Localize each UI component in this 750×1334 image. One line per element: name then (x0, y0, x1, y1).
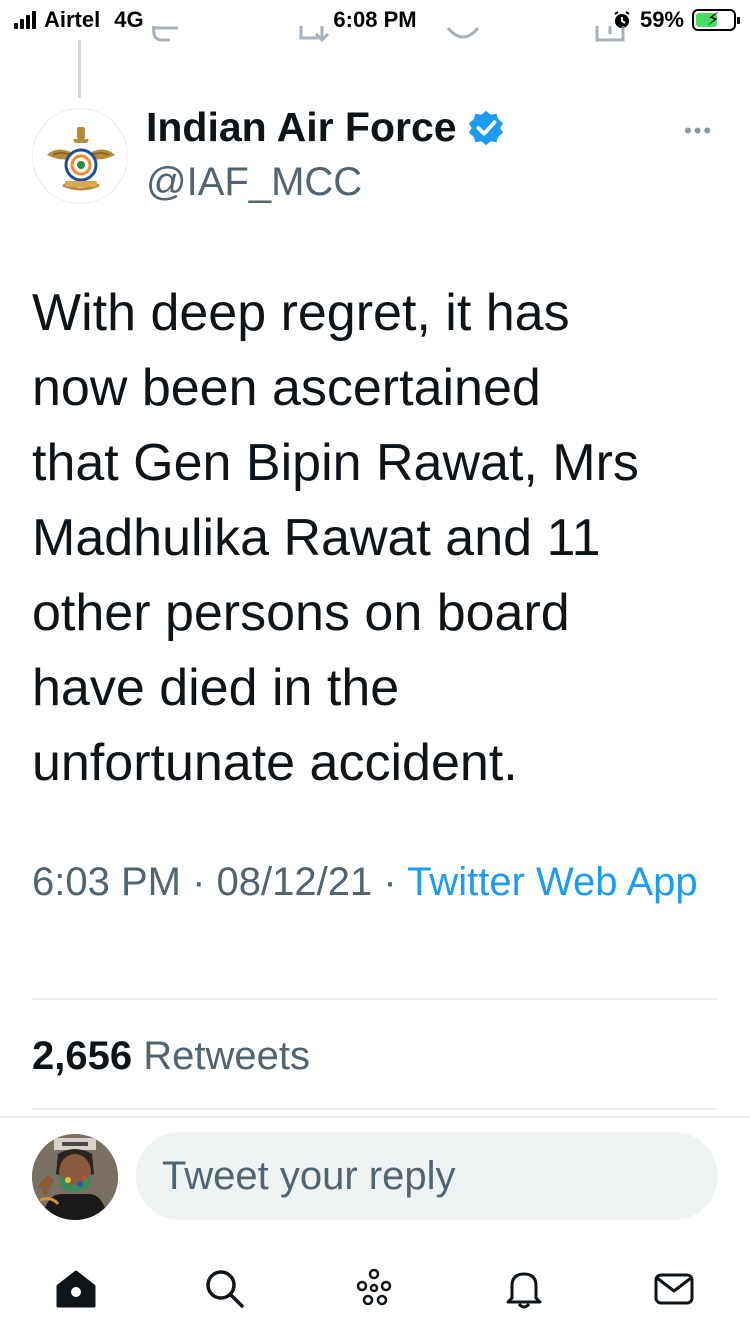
retweets-stat[interactable]: 2,656 Retweets (32, 1034, 310, 1079)
reply-input[interactable] (136, 1132, 718, 1220)
previous-tweet-actions (0, 26, 750, 50)
iaf-avatar[interactable] (32, 108, 128, 204)
spaces-icon (356, 1268, 392, 1306)
share-icon[interactable] (594, 26, 628, 50)
tab-spaces[interactable] (344, 1258, 404, 1318)
tweet-date: 08/12/21 (216, 860, 373, 904)
display-name[interactable]: Indian Air Force (146, 104, 457, 151)
like-icon[interactable] (446, 26, 480, 50)
retweet-label: Retweets (143, 1034, 310, 1078)
retweet-count: 2,656 (32, 1034, 133, 1078)
verified-badge-icon (468, 110, 503, 145)
meta-separator: · (383, 860, 397, 904)
home-icon (56, 1270, 96, 1308)
thread-line (78, 40, 81, 98)
notifications-icon (506, 1272, 542, 1309)
tab-notifications[interactable] (494, 1258, 554, 1318)
reply-bar-separator (0, 1116, 750, 1118)
tab-messages[interactable] (644, 1258, 704, 1318)
more-options-icon[interactable]: ••• (684, 118, 713, 144)
bottom-tab-bar (0, 1248, 750, 1334)
author-name-row[interactable]: Indian Air Force (146, 104, 505, 151)
tab-home[interactable] (46, 1258, 106, 1318)
meta-separator: · (192, 860, 206, 904)
author-handle[interactable]: @IAF_MCC (146, 160, 362, 205)
search-icon (206, 1270, 244, 1308)
tweet-text: With deep regret, it has now been ascert… (32, 284, 639, 792)
tweet-time: 6:03 PM (32, 860, 181, 904)
tab-search[interactable] (194, 1258, 254, 1318)
divider (32, 1108, 718, 1110)
user-avatar-photo (32, 1134, 118, 1220)
iaf-emblem-icon (34, 110, 127, 203)
divider (32, 998, 718, 1000)
user-avatar[interactable] (32, 1134, 118, 1220)
messages-icon (654, 1273, 694, 1305)
retweet-icon[interactable] (298, 26, 332, 50)
reply-icon[interactable] (148, 26, 182, 50)
tweet-meta: 6:03 PM · 08/12/21 · Twitter Web App (32, 852, 722, 912)
tweet-source-link[interactable]: Twitter Web App (407, 860, 698, 904)
